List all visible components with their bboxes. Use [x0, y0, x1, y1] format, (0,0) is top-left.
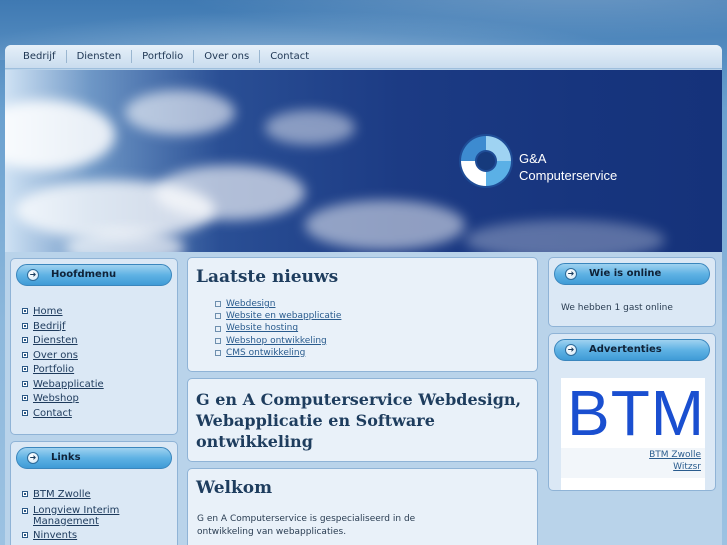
online-header: ➜ Wie is online	[554, 263, 710, 285]
bullet-icon	[22, 380, 28, 387]
nieuws-title: Laatste nieuws	[196, 267, 339, 287]
news-item-webshop[interactable]: Webshop ontwikkeling	[215, 335, 341, 347]
menu-item-portfolio[interactable]: Portfolio	[22, 363, 104, 378]
page-frame: Bedrijf Diensten Portfolio Over ons Cont…	[5, 45, 722, 545]
bullet-icon	[22, 409, 28, 416]
link-longview[interactable]: Longview Interim Management	[22, 505, 172, 527]
welkom-title: Welkom	[196, 478, 273, 498]
links-list: BTM Zwolle Longview Interim Management N…	[22, 488, 172, 543]
top-navigation: Bedrijf Diensten Portfolio Over ons Cont…	[5, 45, 722, 69]
menu-item-webshop[interactable]: Webshop	[22, 392, 104, 407]
hoofdmenu-box: ➜ Hoofdmenu Home Bedrijf Diensten Over o…	[10, 258, 178, 435]
nav-contact[interactable]: Contact	[260, 50, 319, 63]
square-bullet-icon	[215, 301, 221, 308]
btm-logo-text: BTM	[567, 377, 706, 449]
square-bullet-icon	[215, 349, 221, 356]
header-banner: G&A Computerservice	[5, 70, 722, 252]
square-bullet-icon	[215, 313, 221, 320]
bullet-icon	[22, 322, 28, 329]
online-text: We hebben 1 gast online	[561, 303, 673, 313]
links-title: Links	[51, 452, 81, 463]
ads-title: Advertenties	[589, 344, 662, 355]
logo-icon	[459, 134, 513, 188]
link-ninvents[interactable]: Ninvents	[22, 529, 172, 544]
link-btm-zwolle[interactable]: BTM Zwolle	[22, 488, 172, 503]
news-item-website-hosting[interactable]: Website hosting	[215, 322, 341, 334]
bullet-icon	[22, 491, 28, 497]
menu-item-webapplicatie[interactable]: Webapplicatie	[22, 378, 104, 393]
intro-box: G en A Computerservice Webdesign, Webapp…	[187, 378, 538, 462]
nav-diensten[interactable]: Diensten	[67, 50, 133, 63]
news-item-webdesign[interactable]: Webdesign	[215, 298, 341, 310]
welkom-box: Welkom G en A Computerservice is gespeci…	[187, 468, 538, 545]
nav-bedrijf[interactable]: Bedrijf	[13, 50, 67, 63]
nieuws-box: Laatste nieuws Webdesign Website en weba…	[187, 257, 538, 372]
arrow-right-icon: ➜	[27, 452, 39, 464]
ads-link-btm-zwolle[interactable]: BTM Zwolle	[649, 450, 701, 460]
news-item-cms[interactable]: CMS ontwikkeling	[215, 347, 341, 359]
nav-portfolio[interactable]: Portfolio	[132, 50, 195, 63]
ads-link-witzsr[interactable]: Witzsr	[673, 462, 701, 472]
hoofdmenu-list: Home Bedrijf Diensten Over ons Portfolio…	[22, 305, 104, 421]
menu-item-contact[interactable]: Contact	[22, 407, 104, 422]
arrow-right-icon: ➜	[565, 344, 577, 356]
menu-item-home[interactable]: Home	[22, 305, 104, 320]
online-title: Wie is online	[589, 268, 662, 279]
bullet-icon	[22, 366, 28, 372]
bullet-icon	[22, 531, 28, 538]
online-box: ➜ Wie is online We hebben 1 gast online	[548, 257, 716, 327]
menu-item-diensten[interactable]: Diensten	[22, 334, 104, 349]
arrow-right-icon: ➜	[27, 269, 39, 281]
nav-over-ons[interactable]: Over ons	[194, 50, 261, 63]
links-header: ➜ Links	[16, 447, 172, 469]
ads-caption: BTM Zwolle Witzsr	[561, 448, 705, 478]
menu-item-bedrijf[interactable]: Bedrijf	[22, 320, 104, 335]
bullet-icon	[22, 337, 28, 343]
news-item-website-webapplicatie[interactable]: Website en webapplicatie	[215, 310, 341, 322]
intro-title: G en A Computerservice Webdesign, Webapp…	[196, 390, 522, 451]
bullet-icon	[22, 395, 28, 401]
logo-text: G&A Computerservice	[519, 150, 617, 184]
ads-box: ➜ Advertenties BTM BTM Zwolle Witzsr	[548, 333, 716, 491]
bullet-icon	[22, 351, 28, 358]
logo-line1: G&A	[519, 151, 547, 166]
square-bullet-icon	[215, 325, 221, 332]
arrow-right-icon: ➜	[565, 268, 577, 280]
menu-item-over-ons[interactable]: Over ons	[22, 349, 104, 364]
ads-banner[interactable]: BTM BTM Zwolle Witzsr	[561, 378, 705, 490]
welkom-text: G en A Computerservice is gespecialiseer…	[197, 514, 416, 537]
bullet-icon	[22, 308, 28, 314]
ads-header: ➜ Advertenties	[554, 339, 710, 361]
square-bullet-icon	[215, 337, 221, 344]
links-box: ➜ Links BTM Zwolle Longview Interim Mana…	[10, 441, 178, 545]
nieuws-list: Webdesign Website en webapplicatie Websi…	[215, 298, 341, 359]
hoofdmenu-title: Hoofdmenu	[51, 269, 117, 280]
hoofdmenu-header: ➜ Hoofdmenu	[16, 264, 172, 286]
bullet-icon	[22, 507, 28, 514]
logo-line2: Computerservice	[519, 168, 618, 183]
